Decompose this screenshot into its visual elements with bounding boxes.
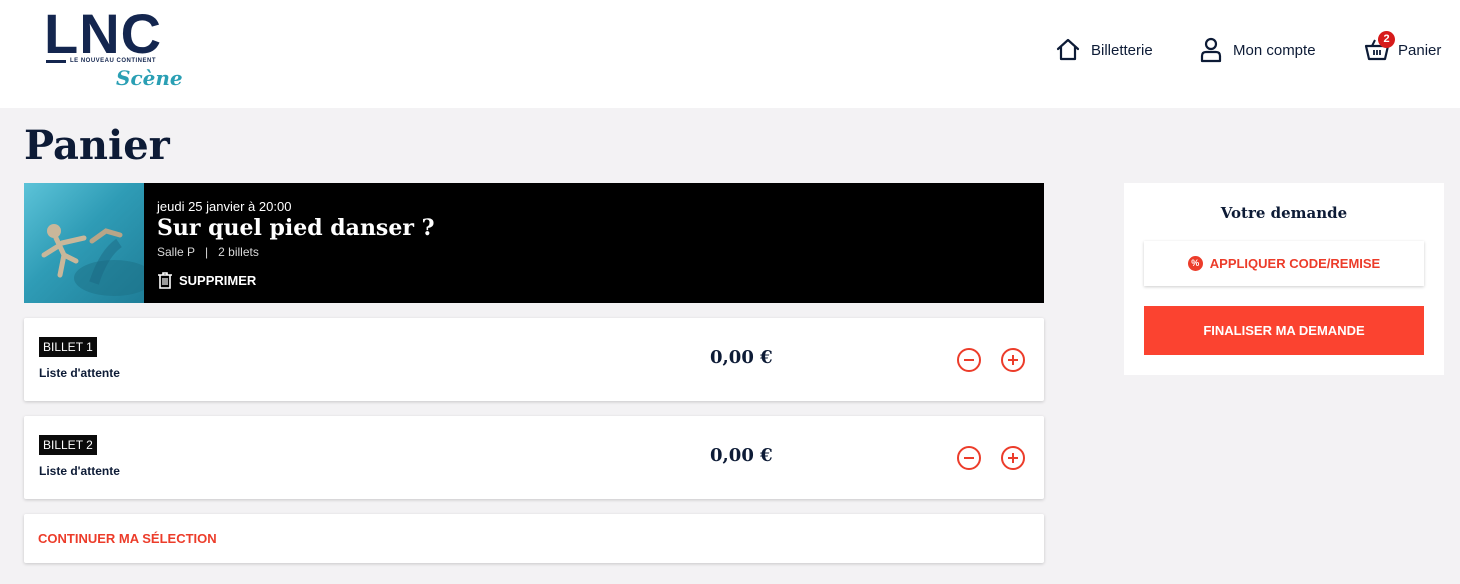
nav-panier[interactable]: 2 Panier bbox=[1364, 31, 1442, 64]
decrease-quantity-button[interactable] bbox=[957, 348, 981, 372]
ticket-price: 0,00 € bbox=[710, 445, 773, 466]
percent-icon: % bbox=[1187, 256, 1203, 271]
increase-quantity-button[interactable] bbox=[1001, 446, 1025, 470]
delete-event-label: SUPPRIMER bbox=[179, 272, 257, 288]
ticket-status: Liste d'attente bbox=[39, 366, 120, 380]
delete-event-button[interactable]: SUPPRIMER bbox=[157, 271, 256, 289]
cart-icon-wrap: 2 bbox=[1364, 31, 1395, 63]
page-title: Panier bbox=[24, 122, 170, 169]
order-summary-panel: Votre demande % APPLIQUER CODE/REMISE FI… bbox=[1124, 183, 1444, 375]
decrease-quantity-button[interactable] bbox=[957, 446, 981, 470]
wooden-mannequin-image bbox=[41, 224, 144, 296]
finalize-request-button[interactable]: FINALISER MA DEMANDE bbox=[1144, 306, 1424, 355]
logo-wordmark: LNC bbox=[44, 2, 163, 65]
nav-billetterie[interactable]: Billetterie bbox=[1055, 36, 1153, 64]
event-title[interactable]: Sur quel pied danser ? bbox=[157, 215, 434, 241]
site-header: LNC LE NOUVEAU CONTINENT Scène Billetter… bbox=[0, 0, 1460, 108]
event-date: jeudi 25 janvier à 20:00 bbox=[157, 199, 292, 214]
nav-compte-label: Mon compte bbox=[1233, 41, 1316, 59]
continue-selection-button[interactable]: CONTINUER MA SÉLECTION bbox=[24, 514, 1044, 563]
finalize-request-label: FINALISER MA DEMANDE bbox=[1203, 323, 1365, 338]
nav-panier-label: Panier bbox=[1398, 41, 1442, 59]
nav-billetterie-label: Billetterie bbox=[1091, 41, 1153, 59]
event-image bbox=[24, 183, 144, 303]
increase-quantity-button[interactable] bbox=[1001, 348, 1025, 372]
summary-title: Votre demande bbox=[1220, 204, 1348, 222]
ticket-tag: BILLET 1 bbox=[39, 337, 97, 357]
ticket-status: Liste d'attente bbox=[39, 464, 120, 478]
ticket-price: 0,00 € bbox=[710, 347, 773, 368]
logo-line bbox=[46, 60, 66, 63]
site-logo[interactable]: LNC LE NOUVEAU CONTINENT Scène bbox=[44, 4, 183, 92]
logo-subtitle: LE NOUVEAU CONTINENT bbox=[70, 58, 157, 64]
event-venue: Salle P bbox=[157, 245, 196, 259]
home-icon bbox=[1056, 38, 1080, 61]
ticket-card: BILLET 2 Liste d'attente 0,00 € bbox=[24, 416, 1044, 499]
logo-scene: Scène bbox=[116, 66, 183, 90]
trash-icon bbox=[158, 272, 172, 289]
ticket-card: BILLET 1 Liste d'attente 0,00 € bbox=[24, 318, 1044, 401]
ticket-tag: BILLET 2 bbox=[39, 435, 97, 455]
cart-count-badge: 2 bbox=[1378, 31, 1395, 48]
event-meta: Salle P | 2 billets bbox=[157, 245, 259, 259]
nav-compte[interactable]: Mon compte bbox=[1199, 36, 1316, 64]
apply-promo-label: APPLIQUER CODE/REMISE bbox=[1209, 256, 1381, 271]
event-tickets-count: 2 billets bbox=[218, 245, 259, 259]
user-icon bbox=[1200, 37, 1222, 63]
meta-separator: | bbox=[205, 245, 209, 259]
apply-promo-button[interactable]: % APPLIQUER CODE/REMISE bbox=[1144, 241, 1424, 286]
continue-selection-label: CONTINUER MA SÉLECTION bbox=[38, 531, 217, 546]
event-banner: jeudi 25 janvier à 20:00 Sur quel pied d… bbox=[24, 183, 1044, 303]
